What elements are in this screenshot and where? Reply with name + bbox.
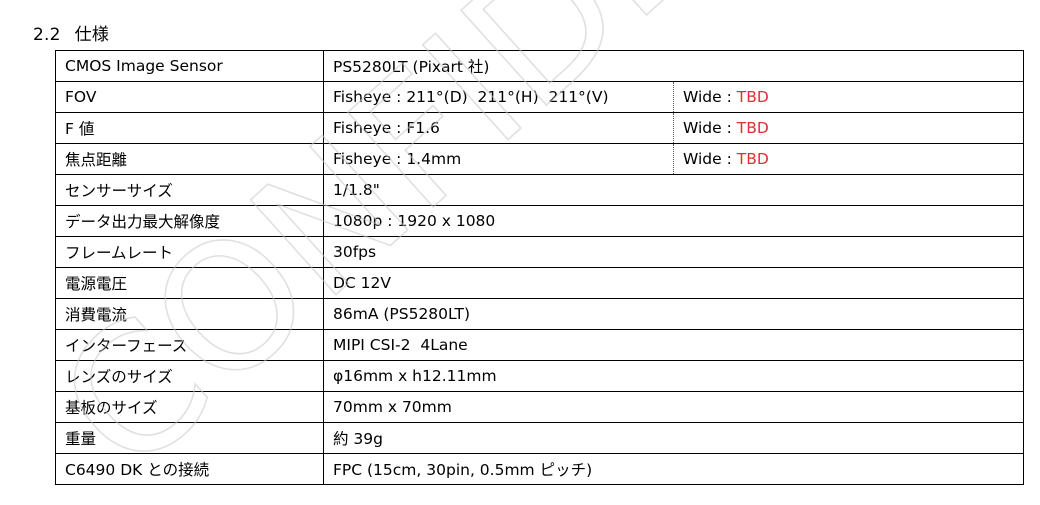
table-row: センサーサイズ 1/1.8" bbox=[55, 174, 1024, 206]
table-row: CMOS Image Sensor PS5280LT (Pixart 社) bbox=[55, 50, 1024, 82]
row-value: MIPI CSI-2 4Lane bbox=[323, 329, 1024, 361]
row-label: 基板のサイズ bbox=[55, 391, 324, 423]
section-number: 2.2 bbox=[33, 25, 61, 45]
row-value: 1/1.8" bbox=[323, 174, 1024, 206]
row-label: 焦点距離 bbox=[55, 143, 324, 175]
row-label: F 値 bbox=[55, 112, 324, 144]
row-value: 70mm x 70mm bbox=[323, 391, 1024, 423]
table-row: 重量 約 39g bbox=[55, 422, 1024, 454]
row-value: 30fps bbox=[323, 236, 1024, 268]
row-value: DC 12V bbox=[323, 267, 1024, 299]
table-row: データ出力最大解像度 1080p : 1920 x 1080 bbox=[55, 205, 1024, 237]
row-value: FPC (15cm, 30pin, 0.5mm ピッチ) bbox=[323, 453, 1024, 485]
fisheye-value: Fisheye : F1.6 bbox=[323, 112, 674, 144]
table-row: C6490 DK との接続 FPC (15cm, 30pin, 0.5mm ピッ… bbox=[55, 453, 1024, 485]
table-row: 消費電流 86mA (PS5280LT) bbox=[55, 298, 1024, 330]
table-row: 電源電圧 DC 12V bbox=[55, 267, 1024, 299]
row-label: フレームレート bbox=[55, 236, 324, 268]
tbd-value: TBD bbox=[736, 150, 769, 168]
row-label: 重量 bbox=[55, 422, 324, 454]
table-row: F 値 Fisheye : F1.6 Wide : TBD bbox=[55, 112, 1024, 144]
table-row: 焦点距離 Fisheye : 1.4mm Wide : TBD bbox=[55, 143, 1024, 175]
row-label: 電源電圧 bbox=[55, 267, 324, 299]
row-value: 86mA (PS5280LT) bbox=[323, 298, 1024, 330]
row-value: 約 39g bbox=[323, 422, 1024, 454]
table-row: FOV Fisheye : 211°(D) 211°(H) 211°(V) Wi… bbox=[55, 81, 1024, 113]
row-label: データ出力最大解像度 bbox=[55, 205, 324, 237]
spec-table: CMOS Image Sensor PS5280LT (Pixart 社) FO… bbox=[55, 50, 1024, 485]
row-label: センサーサイズ bbox=[55, 174, 324, 206]
tbd-value: TBD bbox=[736, 88, 769, 106]
fisheye-value: Fisheye : 211°(D) 211°(H) 211°(V) bbox=[323, 81, 674, 113]
fisheye-value: Fisheye : 1.4mm bbox=[323, 143, 674, 175]
table-row: フレームレート 30fps bbox=[55, 236, 1024, 268]
table-row: レンズのサイズ φ16mm x h12.11mm bbox=[55, 360, 1024, 392]
section-heading: 2.2 仕様 bbox=[33, 20, 109, 45]
row-label: レンズのサイズ bbox=[55, 360, 324, 392]
row-label: インターフェース bbox=[55, 329, 324, 361]
table-row: 基板のサイズ 70mm x 70mm bbox=[55, 391, 1024, 423]
wide-value: Wide : TBD bbox=[673, 143, 1024, 175]
row-label: C6490 DK との接続 bbox=[55, 453, 324, 485]
row-label: 消費電流 bbox=[55, 298, 324, 330]
table-row: インターフェース MIPI CSI-2 4Lane bbox=[55, 329, 1024, 361]
wide-value: Wide : TBD bbox=[673, 81, 1024, 113]
row-value: PS5280LT (Pixart 社) bbox=[323, 50, 1024, 82]
row-value: φ16mm x h12.11mm bbox=[323, 360, 1024, 392]
row-label: CMOS Image Sensor bbox=[55, 50, 324, 82]
row-label: FOV bbox=[55, 81, 324, 113]
tbd-value: TBD bbox=[736, 119, 769, 137]
row-value: 1080p : 1920 x 1080 bbox=[323, 205, 1024, 237]
section-title: 仕様 bbox=[74, 25, 110, 45]
wide-value: Wide : TBD bbox=[673, 112, 1024, 144]
